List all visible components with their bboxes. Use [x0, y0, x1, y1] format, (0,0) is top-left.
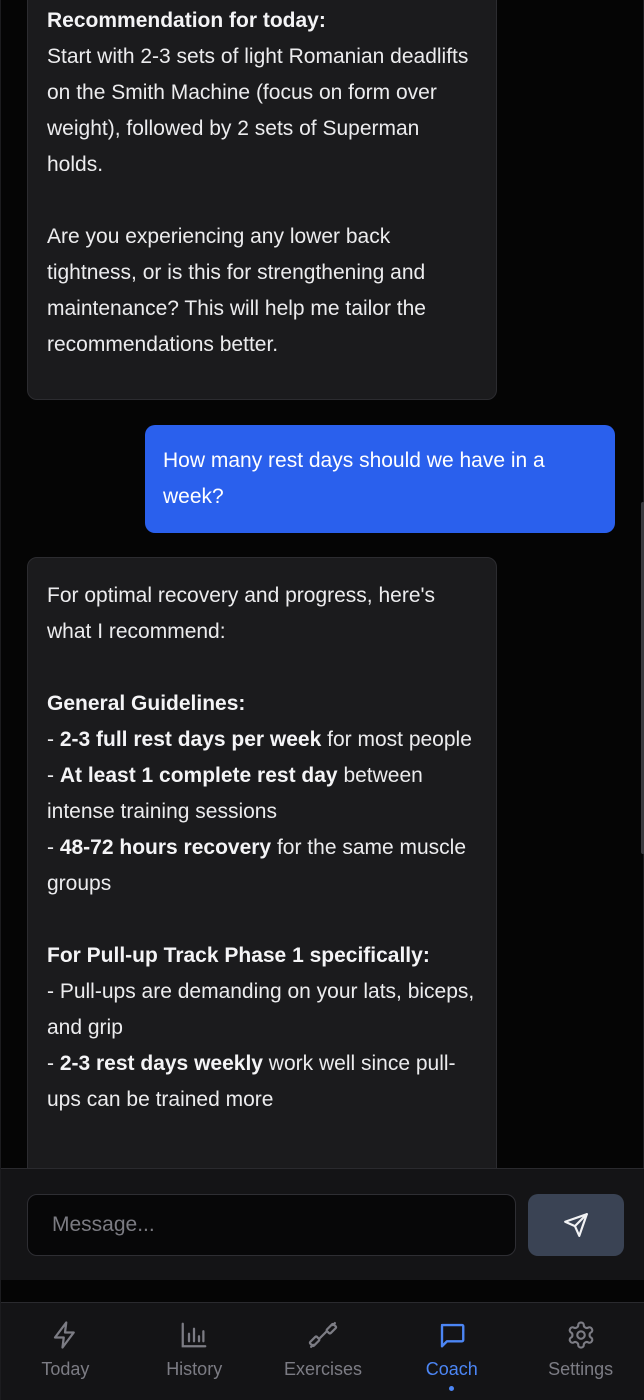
message-bold-text: 2-3 full rest days per week — [59, 728, 322, 751]
bottom-nav: Today History Exercises Coach Settings — [1, 1302, 644, 1400]
nav-item-coach[interactable]: Coach — [387, 1303, 516, 1400]
message-bold-text: At least 1 complete rest day — [59, 764, 338, 787]
chat-icon — [440, 1323, 465, 1348]
message-list[interactable]: Recommendation for today: Start with 2-3… — [1, 0, 644, 1168]
message-text: - — [47, 728, 54, 751]
active-indicator — [449, 1386, 455, 1391]
nav-label: Today — [41, 1359, 90, 1379]
assistant-message: For optimal recovery and progress, here'… — [27, 557, 497, 1168]
lightning-icon — [54, 1321, 76, 1349]
message-input[interactable] — [27, 1194, 516, 1256]
assistant-message: Recommendation for today: Start with 2-3… — [27, 0, 497, 400]
bar-chart-icon — [181, 1322, 207, 1348]
message-bold-text: Recommendation for today: — [47, 9, 326, 32]
nav-item-exercises[interactable]: Exercises — [259, 1303, 388, 1400]
gear-icon — [568, 1321, 593, 1349]
nav-label: Coach — [425, 1359, 478, 1379]
user-message: How many rest days should we have in a w… — [145, 425, 615, 533]
message-composer — [1, 1168, 644, 1280]
message-bold-text: 48-72 hours recovery — [59, 836, 272, 859]
nav-item-today[interactable]: Today — [1, 1303, 130, 1400]
nav-item-history[interactable]: History — [130, 1303, 259, 1400]
message-text: Start with 2-3 sets of light Romanian de… — [47, 45, 469, 356]
nav-label: History — [166, 1359, 223, 1379]
message-bold-text: General Guidelines: — [47, 692, 246, 715]
nav-label: Exercises — [283, 1359, 362, 1379]
nav-label: Settings — [548, 1359, 614, 1379]
send-button[interactable] — [528, 1194, 624, 1256]
coach-chat-screen: Recommendation for today: Start with 2-3… — [0, 0, 644, 1400]
nav-item-settings[interactable]: Settings — [516, 1303, 644, 1400]
nav-separator — [1, 1280, 644, 1302]
message-text: For optimal recovery and progress, here'… — [47, 584, 436, 643]
dumbbell-icon — [308, 1322, 338, 1348]
message-bold-text: For Pull-up Track Phase 1 specifically: — [47, 944, 430, 967]
send-icon — [564, 1213, 588, 1237]
message-bold-text: 2-3 rest days weekly — [59, 1052, 263, 1075]
